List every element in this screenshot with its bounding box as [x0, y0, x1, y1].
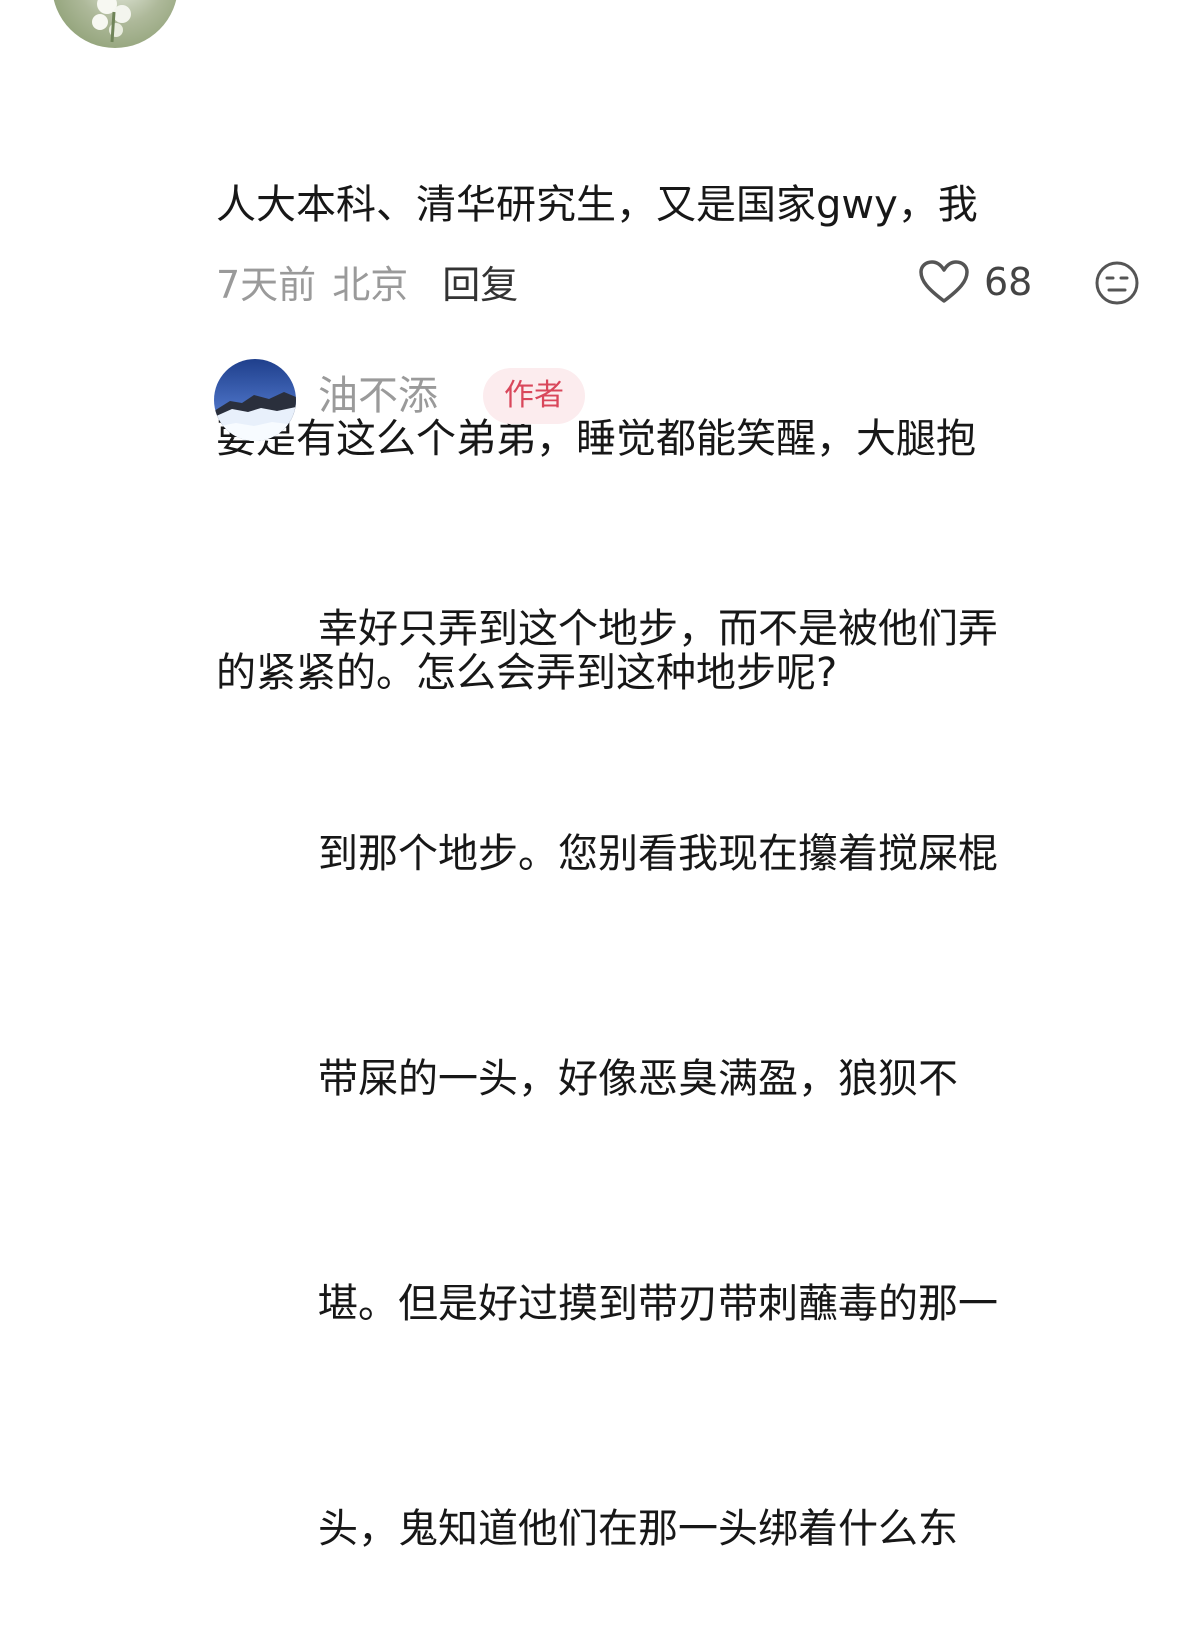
- reply-line: 头，鬼知道他们在那一头绑着什么东: [318, 1506, 958, 1552]
- reply-line: 到那个地步。您别看我现在攥着搅屎棍: [318, 831, 998, 877]
- reply-line: 幸好只弄到这个地步，而不是被他们弄: [318, 606, 998, 652]
- like-count: 68: [984, 260, 1033, 304]
- reply-line: 带屎的一头，好像恶臭满盈，狼狈不: [318, 1056, 958, 1102]
- reply-button[interactable]: 回复: [442, 254, 518, 309]
- reply-line: 堪。但是好过摸到带刃带刺蘸毒的那一: [318, 1281, 998, 1327]
- like-button[interactable]: 68: [918, 254, 1032, 310]
- flower-avatar-image: [92, 0, 131, 43]
- heart-icon: [919, 260, 969, 303]
- dislike-face-icon[interactable]: [1094, 260, 1140, 306]
- comment-meta: 7天前 北京 回复: [216, 255, 518, 307]
- comment-line: 人大本科、清华研究生，又是国家gwy，我: [216, 182, 978, 228]
- author-badge: 作者: [483, 368, 585, 424]
- snow-mountain-avatar-image: [214, 359, 296, 441]
- comment-time: 7天前: [216, 262, 317, 307]
- reply-author-avatar[interactable]: [214, 359, 296, 441]
- comment-author-avatar[interactable]: [52, 0, 178, 48]
- reply-author-name[interactable]: 油不添: [318, 368, 438, 424]
- reply-body: 幸好只弄到这个地步，而不是被他们弄 到那个地步。您别看我现在攥着搅屎棍 带屎的一…: [318, 442, 1168, 1634]
- comment-location: 北京: [332, 262, 409, 307]
